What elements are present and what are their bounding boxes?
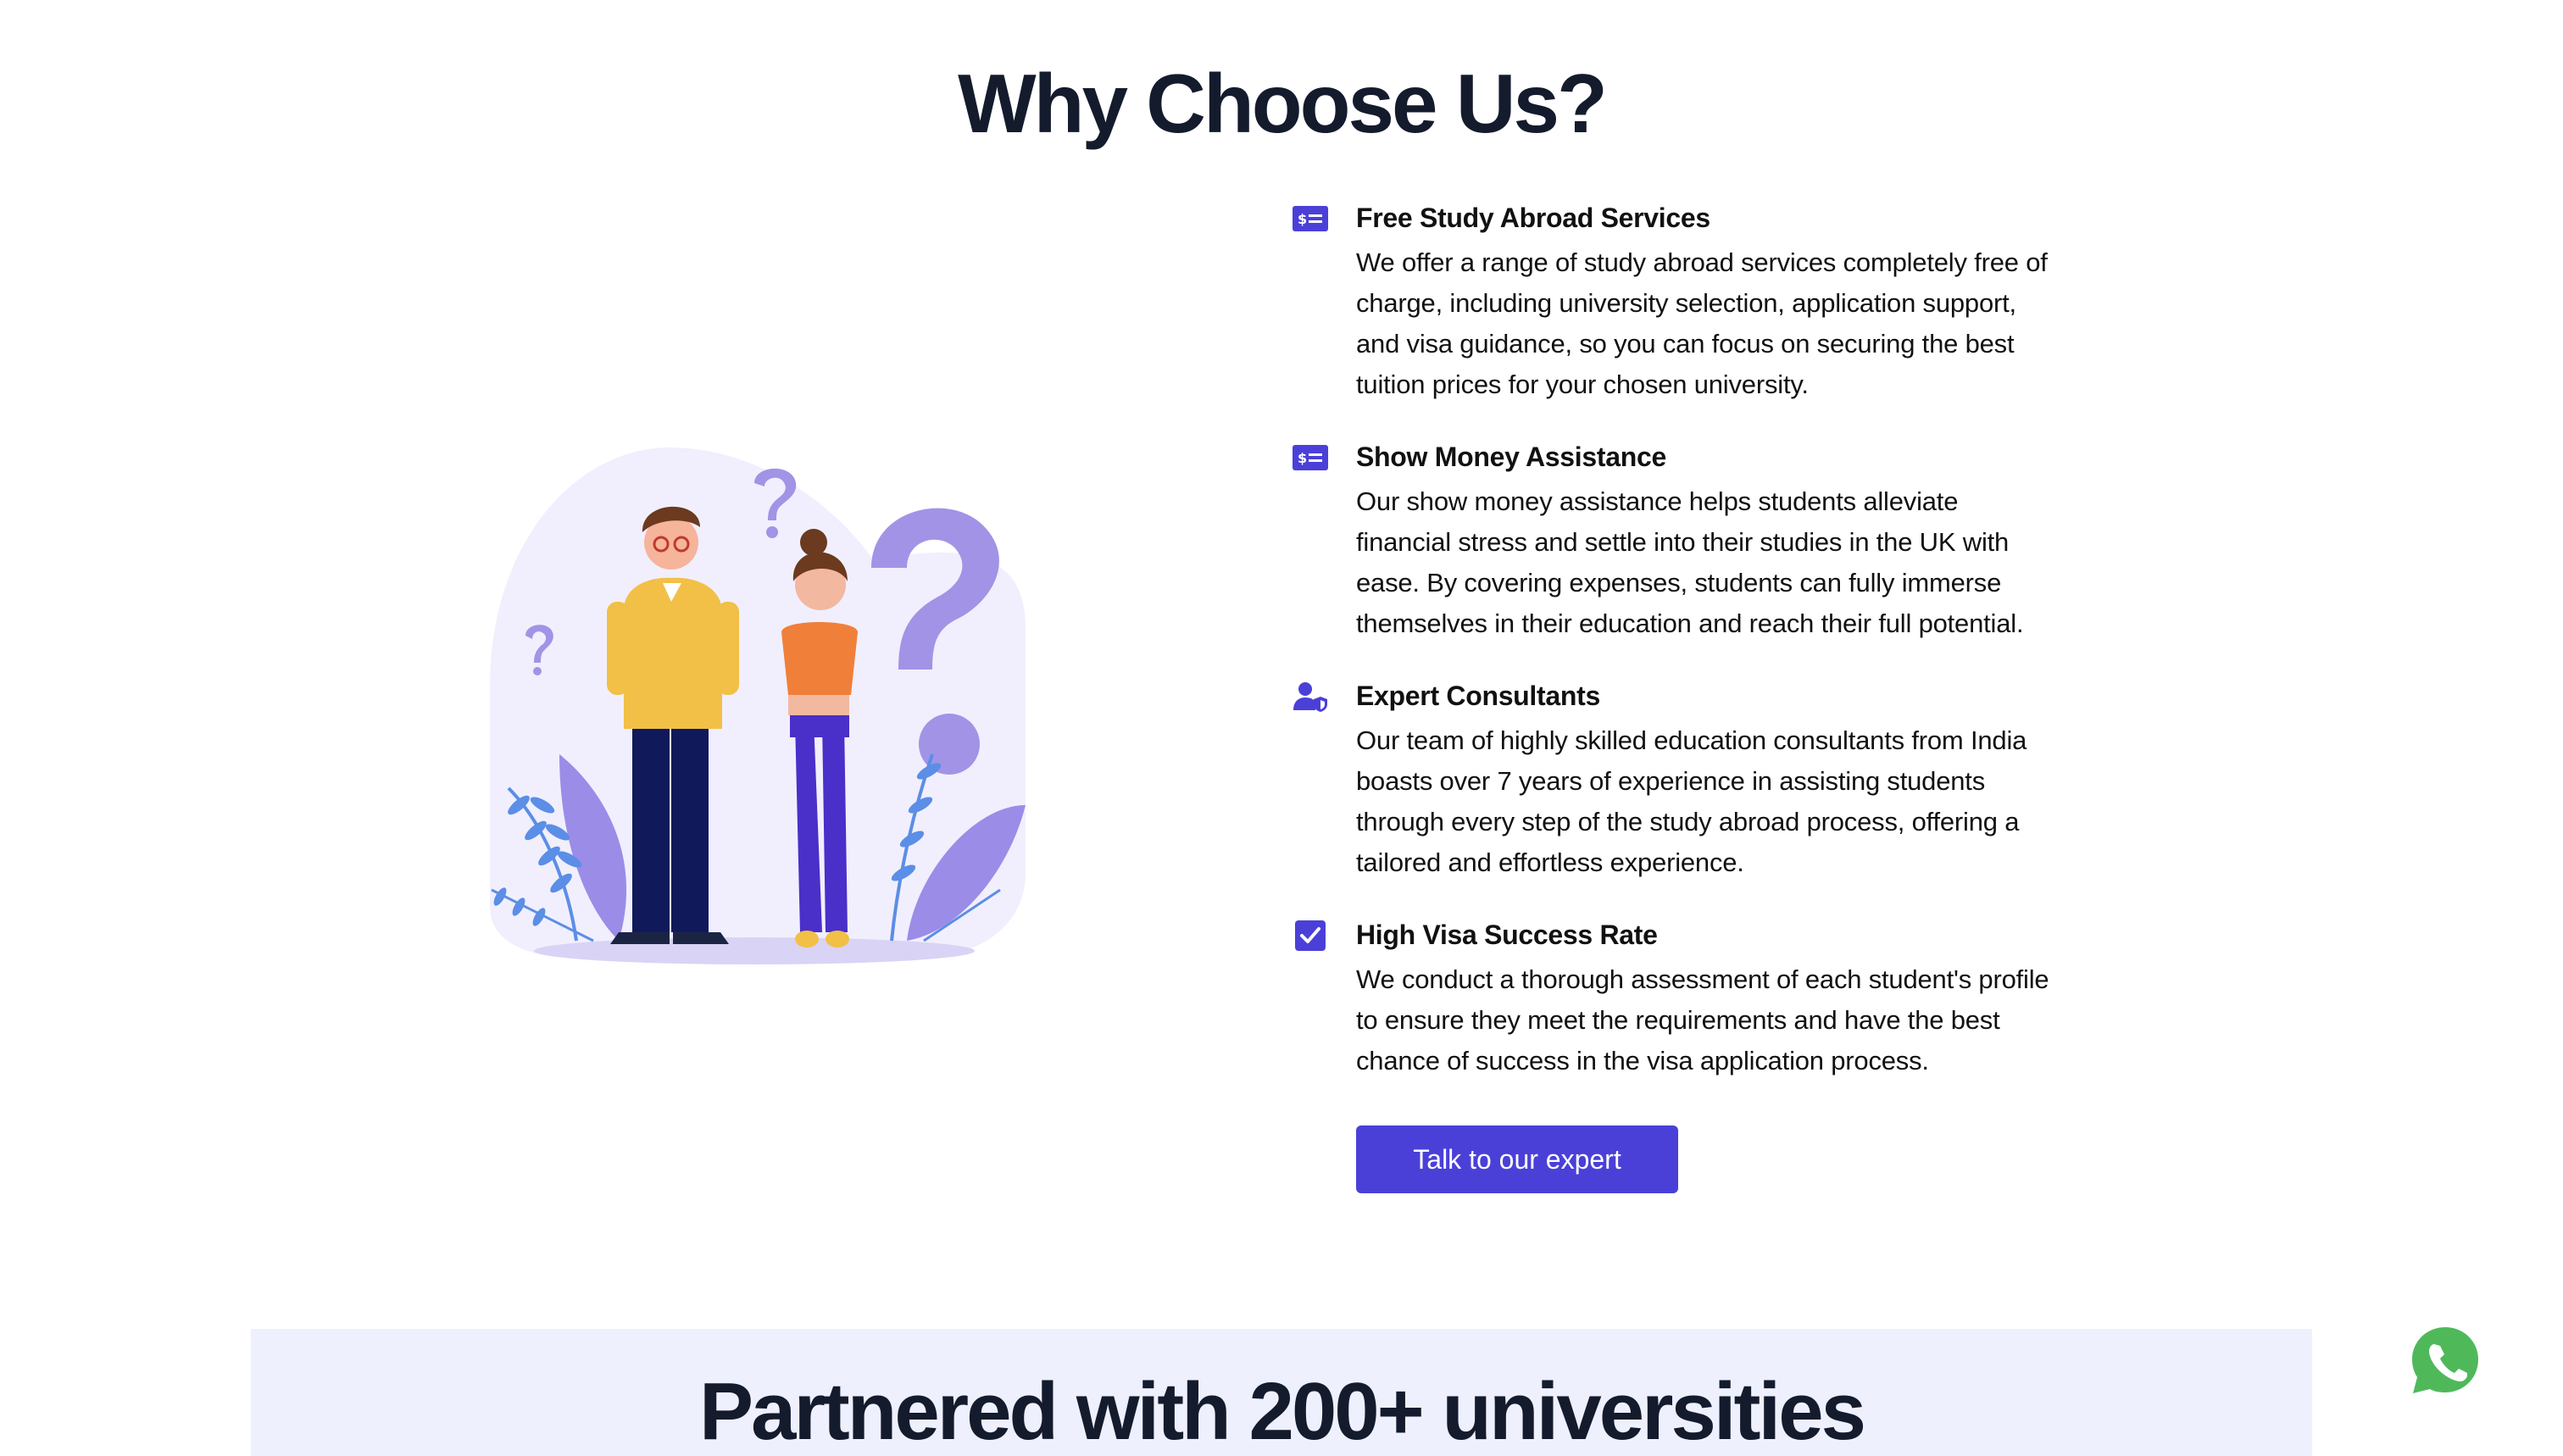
feature-description: Our show money assistance helps students… xyxy=(1356,486,2024,638)
user-shield-icon xyxy=(1292,680,1329,714)
svg-text:$: $ xyxy=(1298,450,1307,466)
feature-show-money: $ Show Money Assistance Our show money a… xyxy=(1292,436,2054,644)
students-thinking-illustration xyxy=(475,432,1051,975)
partners-title: Partnered with 200+ universities xyxy=(699,1366,1866,1456)
page-title: Why Choose Us? xyxy=(958,57,1608,150)
features-list: $ Free Study Abroad Services We offer a … xyxy=(1292,197,2054,1112)
feature-title: Show Money Assistance xyxy=(1356,442,1666,472)
feature-description: We conduct a thorough assessment of each… xyxy=(1356,964,2049,1075)
talk-to-expert-button[interactable]: Talk to our expert xyxy=(1356,1125,1678,1193)
feature-free-services: $ Free Study Abroad Services We offer a … xyxy=(1292,197,2054,405)
feature-title: Free Study Abroad Services xyxy=(1356,203,1710,233)
feature-expert-consultants: Expert Consultants Our team of highly sk… xyxy=(1292,675,2054,883)
checkbox-icon xyxy=(1292,919,1329,953)
feature-description: We offer a range of study abroad service… xyxy=(1356,247,2048,399)
whatsapp-icon[interactable] xyxy=(2409,1324,2482,1397)
money-card-icon: $ xyxy=(1292,202,1329,236)
feature-description: Our team of highly skilled education con… xyxy=(1356,725,2027,877)
feature-title: Expert Consultants xyxy=(1356,681,1600,711)
svg-text:$: $ xyxy=(1298,211,1307,227)
partners-section: Partnered with 200+ universities xyxy=(251,1329,2312,1456)
money-card-icon: $ xyxy=(1292,441,1329,475)
feature-title: High Visa Success Rate xyxy=(1356,920,1658,950)
feature-visa-success: High Visa Success Rate We conduct a thor… xyxy=(1292,914,2054,1081)
